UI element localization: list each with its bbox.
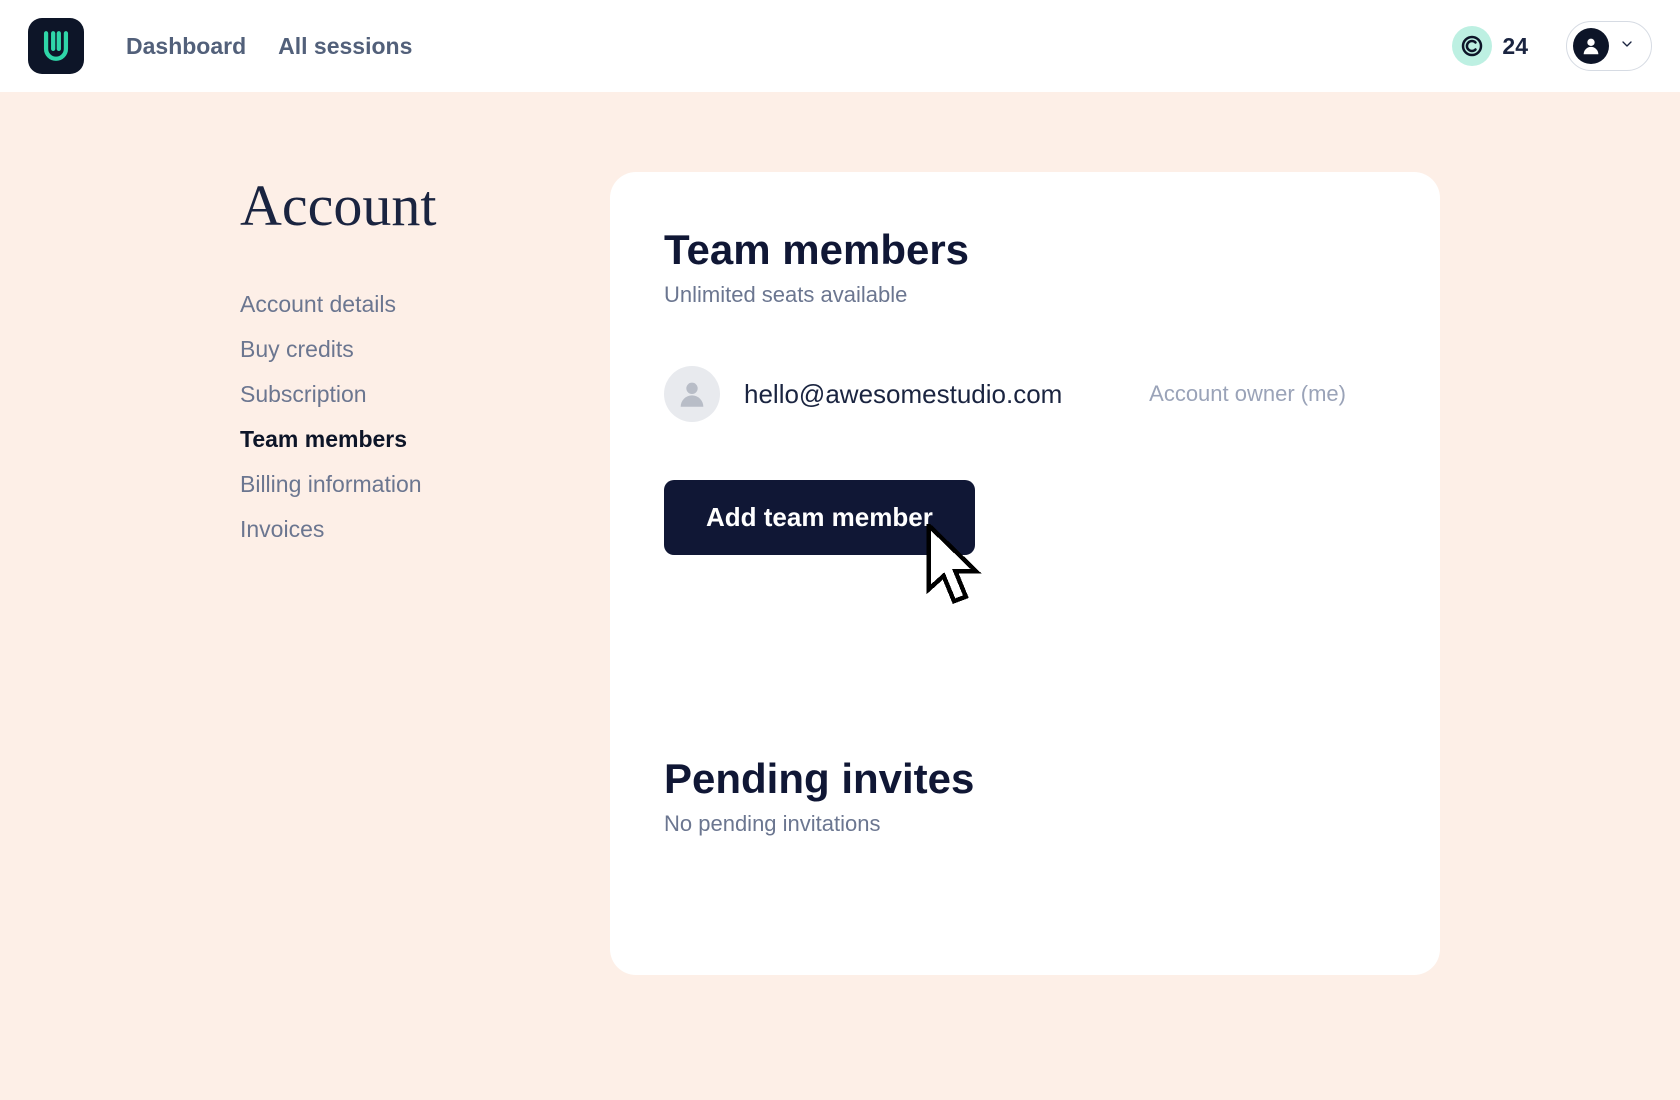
credits-count: 24 [1502, 33, 1528, 60]
page-title: Account [240, 172, 540, 239]
sidebar-item-subscription[interactable]: Subscription [240, 381, 540, 408]
sidebar-item-team-members[interactable]: Team members [240, 426, 540, 453]
nav-all-sessions[interactable]: All sessions [278, 33, 412, 60]
add-team-member-button[interactable]: Add team member [664, 480, 975, 555]
pending-invites-section: Pending invites No pending invitations [664, 755, 1386, 837]
team-members-card: Team members Unlimited seats available h… [610, 172, 1440, 975]
team-member-row: hello@awesomestudio.com Account owner (m… [664, 366, 1386, 422]
chevron-down-icon [1619, 36, 1635, 57]
content-container: Account Account details Buy credits Subs… [210, 172, 1470, 975]
app-logo[interactable] [28, 18, 84, 74]
sidebar-item-billing-information[interactable]: Billing information [240, 471, 540, 498]
pending-invites-subtitle: No pending invitations [664, 811, 1386, 837]
account-sidebar: Account Account details Buy credits Subs… [240, 172, 540, 975]
sidebar-item-buy-credits[interactable]: Buy credits [240, 336, 540, 363]
member-email: hello@awesomestudio.com [744, 379, 1062, 410]
user-avatar-icon [1573, 28, 1609, 64]
primary-nav: Dashboard All sessions [126, 33, 412, 60]
top-nav-left: Dashboard All sessions [28, 18, 412, 74]
member-role: Account owner (me) [1149, 381, 1386, 407]
member-avatar-icon [664, 366, 720, 422]
credits-icon [1452, 26, 1492, 66]
pending-invites-title: Pending invites [664, 755, 1386, 803]
user-menu[interactable] [1566, 21, 1652, 71]
logo-icon [39, 29, 73, 63]
account-nav: Account details Buy credits Subscription… [240, 291, 540, 543]
team-members-title: Team members [664, 226, 1386, 274]
credits-indicator[interactable]: 24 [1444, 20, 1548, 72]
top-nav-right: 24 [1444, 20, 1652, 72]
page-body: Account Account details Buy credits Subs… [0, 92, 1680, 1100]
nav-dashboard[interactable]: Dashboard [126, 33, 246, 60]
add-team-member-wrap: Add team member [664, 480, 975, 555]
sidebar-item-invoices[interactable]: Invoices [240, 516, 540, 543]
top-nav: Dashboard All sessions 24 [0, 0, 1680, 92]
team-members-subtitle: Unlimited seats available [664, 282, 1386, 308]
sidebar-item-account-details[interactable]: Account details [240, 291, 540, 318]
